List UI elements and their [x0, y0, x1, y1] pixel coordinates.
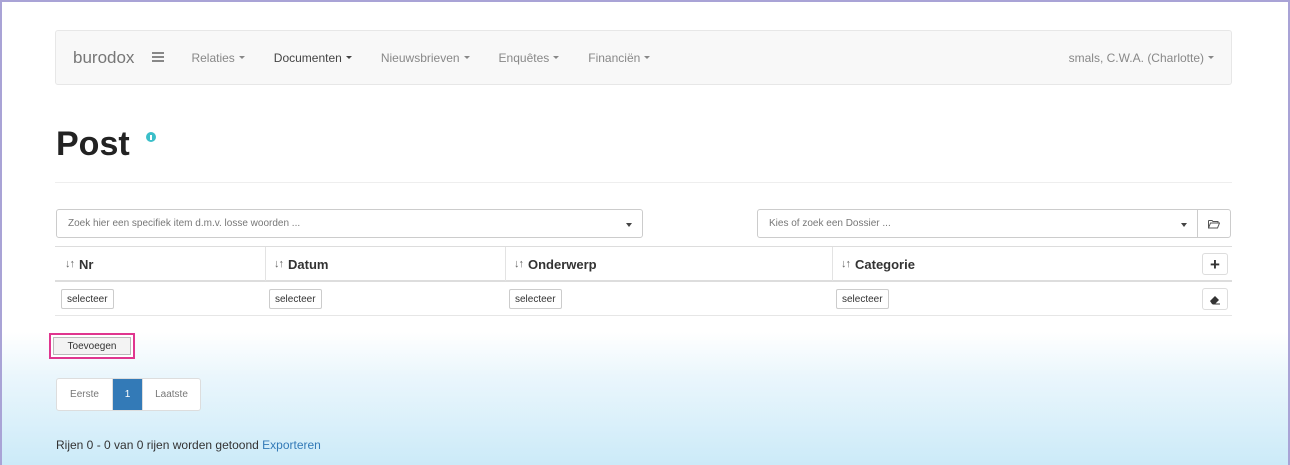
- plus-icon: +: [1210, 254, 1220, 274]
- item-search-placeholder: Zoek hier een specifiek item d.m.v. loss…: [68, 218, 301, 229]
- column-label: Categorie: [855, 256, 915, 272]
- eraser-icon: [1210, 295, 1220, 304]
- pagination-first[interactable]: Eerste: [57, 379, 113, 410]
- pagination-current-page[interactable]: 1: [113, 379, 142, 410]
- item-search-select[interactable]: Zoek hier een specifiek item d.m.v. loss…: [56, 209, 643, 238]
- dropdown-arrow-icon: [626, 223, 632, 227]
- divider: [55, 182, 1232, 183]
- column-separator: [505, 247, 506, 281]
- nav-financien[interactable]: Financiën: [588, 50, 651, 65]
- app-frame: burodox Relaties Documenten Nieuwsbrieve…: [0, 0, 1290, 465]
- filter-nr-button[interactable]: selecteer: [61, 289, 114, 309]
- brand-logo[interactable]: burodox: [73, 48, 134, 68]
- caret-down-icon: [553, 56, 560, 59]
- caret-down-icon: [644, 56, 651, 59]
- user-menu[interactable]: smals, C.W.A. (Charlotte): [1069, 51, 1214, 65]
- dossier-placeholder: Kies of zoek een Dossier ...: [769, 218, 891, 229]
- dropdown-arrow-icon: [1181, 223, 1187, 227]
- navbar: burodox Relaties Documenten Nieuwsbrieve…: [55, 30, 1232, 85]
- pagination-last[interactable]: Laatste: [142, 379, 200, 410]
- nav-enquetes-label: Enquêtes: [498, 50, 550, 65]
- nav-documenten-label: Documenten: [273, 50, 342, 65]
- nav-enquetes[interactable]: Enquêtes: [499, 51, 560, 65]
- sort-icon: ↓↑: [274, 258, 284, 270]
- folder-button[interactable]: [1197, 209, 1231, 238]
- column-label: Nr: [79, 256, 94, 272]
- column-header-datum[interactable]: ↓↑ Datum: [274, 247, 328, 281]
- nav-nieuwsbrieven[interactable]: Nieuwsbrieven: [381, 51, 470, 65]
- caret-down-icon: [1208, 56, 1214, 59]
- data-table: ↓↑ Nr ↓↑ Datum ↓↑ Onderwerp ↓↑ Categorie + s…: [55, 246, 1232, 316]
- folder-open-icon: [1208, 219, 1220, 228]
- add-column-button[interactable]: +: [1202, 253, 1228, 275]
- nav-relaties[interactable]: Relaties: [191, 50, 245, 65]
- filter-categorie-button[interactable]: selecteer: [836, 289, 889, 309]
- user-name: smals, C.W.A. (Charlotte): [1068, 50, 1204, 65]
- caret-down-icon: [345, 56, 352, 59]
- row-summary: Rijen 0 - 0 van 0 rijen worden getoond E…: [56, 438, 321, 452]
- add-button[interactable]: Toevoegen: [53, 337, 131, 355]
- page-title: Post: [56, 125, 130, 163]
- column-header-nr[interactable]: ↓↑ Nr: [65, 247, 93, 281]
- nav-documenten[interactable]: Documenten: [274, 51, 352, 65]
- column-label: Datum: [288, 256, 329, 272]
- pagination: Eerste 1 Laatste: [56, 378, 201, 411]
- filter-row: selecteer selecteer selecteer selecteer: [55, 282, 1232, 316]
- column-header-onderwerp[interactable]: ↓↑ Onderwerp: [514, 247, 597, 281]
- add-button-highlight: Toevoegen: [49, 333, 135, 359]
- dossier-select[interactable]: Kies of zoek een Dossier ...: [757, 209, 1198, 238]
- table-header: ↓↑ Nr ↓↑ Datum ↓↑ Onderwerp ↓↑ Categorie +: [55, 246, 1232, 282]
- column-header-categorie[interactable]: ↓↑ Categorie: [841, 247, 915, 281]
- row-summary-text: Rijen 0 - 0 van 0 rijen worden getoond: [56, 438, 263, 452]
- filter-onderwerp-button[interactable]: selecteer: [509, 289, 562, 309]
- sort-icon: ↓↑: [841, 258, 851, 270]
- nav-financien-label: Financiën: [588, 50, 641, 65]
- column-separator: [265, 247, 266, 281]
- info-icon[interactable]: [146, 132, 156, 142]
- nav-nieuwsbrieven-label: Nieuwsbrieven: [380, 50, 460, 65]
- column-separator: [832, 247, 833, 281]
- export-link[interactable]: Exporteren: [262, 438, 321, 452]
- sort-icon: ↓↑: [65, 258, 75, 270]
- caret-down-icon: [463, 56, 470, 59]
- filter-datum-button[interactable]: selecteer: [269, 289, 322, 309]
- menu-icon[interactable]: [152, 52, 165, 63]
- column-label: Onderwerp: [528, 256, 597, 272]
- nav-relaties-label: Relaties: [191, 50, 235, 65]
- caret-down-icon: [238, 56, 245, 59]
- clear-filters-button[interactable]: [1202, 288, 1228, 310]
- sort-icon: ↓↑: [514, 258, 524, 270]
